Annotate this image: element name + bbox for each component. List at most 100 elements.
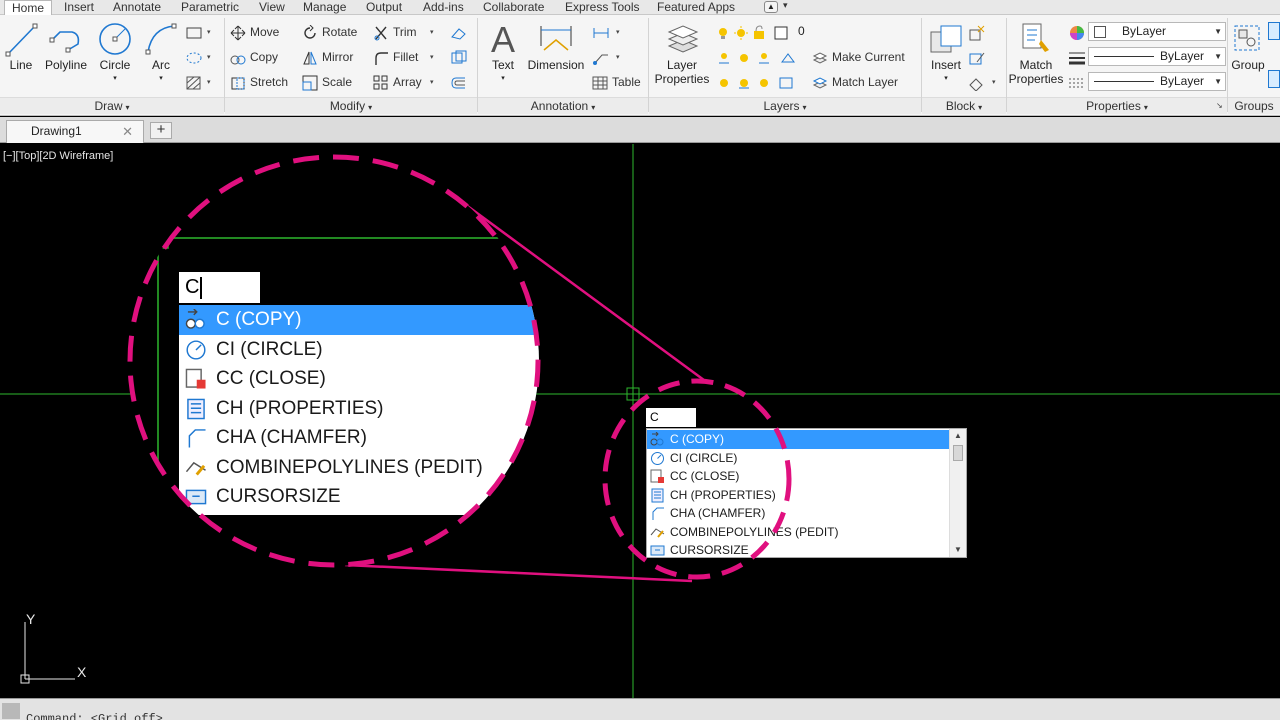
group-edit-icon[interactable] (1268, 70, 1280, 88)
dimension-button[interactable]: Dimension (526, 20, 586, 72)
scale-button[interactable]: Scale (302, 72, 352, 92)
autocomplete-item-close[interactable]: CC (CLOSE) (647, 467, 949, 486)
magnified-item-copy: C (COPY) (179, 305, 539, 335)
text-button[interactable]: A Text ▾ (484, 20, 522, 86)
match-properties-button[interactable]: Match Properties (1008, 20, 1064, 86)
offset-button[interactable] (450, 72, 472, 92)
fillet-dropdown-icon[interactable]: ▾ (430, 53, 434, 61)
autocomplete-item-circle[interactable]: CI (CIRCLE) (647, 449, 949, 468)
drawing-canvas[interactable]: [−][Top][2D Wireframe] Y X C C (COPY) CI… (0, 144, 1280, 698)
drawing-tab[interactable]: Drawing1 ✕ (6, 120, 144, 143)
layer-dropdown[interactable]: 0 (793, 23, 923, 42)
scroll-up-icon[interactable]: ▲ (950, 429, 966, 443)
scroll-down-icon[interactable]: ▼ (950, 543, 966, 557)
hatch-button[interactable] (186, 47, 206, 67)
autocomplete-item-properties[interactable]: CH (PROPERTIES) (647, 486, 949, 505)
draw-panel-title[interactable]: Draw ▾ (0, 97, 224, 114)
tab-home[interactable]: Home (4, 0, 53, 15)
polyline-button[interactable]: Polyline (42, 20, 90, 72)
properties-dialog-launcher-icon[interactable]: ↘ (1216, 101, 1223, 110)
properties-panel-title[interactable]: Properties ▾ (1007, 97, 1227, 114)
layer-properties-button[interactable]: Layer Properties (653, 20, 711, 86)
tab-output[interactable]: Output (366, 0, 402, 15)
command-input[interactable]: C (646, 408, 696, 427)
file-tab-bar: Drawing1 ✕ + (0, 117, 1280, 143)
array-button[interactable]: Array (373, 72, 422, 92)
leader-button[interactable] (592, 47, 614, 67)
line-label: Line (9, 58, 33, 72)
edit-block-button[interactable] (968, 47, 990, 67)
circle-button[interactable]: Circle ▾ (94, 20, 136, 86)
hatch-dropdown-icon[interactable]: ▾ (207, 53, 211, 61)
ungroup-icon[interactable] (1268, 22, 1280, 40)
tab-express-tools[interactable]: Express Tools (565, 0, 639, 15)
groups-panel-title[interactable]: Groups (1228, 97, 1280, 114)
arc-dropdown-icon[interactable]: ▾ (140, 72, 182, 86)
autocomplete-item-pedit[interactable]: COMBINEPOLYLINES (PEDIT) (647, 523, 949, 542)
create-block-button[interactable] (968, 22, 990, 42)
edit-attributes-button[interactable] (968, 72, 990, 92)
color-dropdown[interactable]: ByLayer ▼ (1088, 22, 1226, 41)
array-dropdown-icon[interactable]: ▾ (430, 78, 434, 86)
annotation-panel-title[interactable]: Annotation ▾ (478, 97, 648, 114)
lineweight-dropdown[interactable]: ByLayer ▼ (1088, 47, 1226, 66)
linetype-dropdown[interactable]: ByLayer ▼ (1088, 72, 1226, 91)
tab-insert[interactable]: Insert (64, 0, 94, 15)
copy-button[interactable]: Copy (230, 47, 278, 67)
leader-dropdown-icon[interactable]: ▾ (616, 53, 620, 61)
gradient-button[interactable] (186, 72, 206, 92)
explode-button[interactable] (450, 47, 472, 67)
autocomplete-item-cursorsize[interactable]: CURSORSIZE (647, 541, 949, 560)
insert-button[interactable]: Insert ▾ (926, 20, 966, 86)
tab-view[interactable]: View (259, 0, 285, 15)
table-button[interactable]: Table (592, 72, 641, 92)
line-icon (5, 23, 38, 57)
circle-dropdown-icon[interactable]: ▾ (94, 72, 136, 86)
tab-collaborate[interactable]: Collaborate (483, 0, 544, 15)
fillet-button[interactable]: Fillet (373, 47, 418, 67)
rectangle-button[interactable] (186, 22, 206, 42)
arc-button[interactable]: Arc ▾ (140, 20, 182, 86)
attributes-dropdown-icon[interactable]: ▾ (992, 78, 996, 86)
ribbon-options-dropdown-icon[interactable]: ▾ (783, 0, 788, 11)
tab-annotate[interactable]: Annotate (113, 0, 161, 15)
tab-parametric[interactable]: Parametric (181, 0, 239, 15)
autocomplete-scrollbar[interactable]: ▲ ▼ (949, 429, 966, 557)
autocomplete-item-chamfer[interactable]: CHA (CHAMFER) (647, 504, 949, 523)
layer-tool-icons-row3 (716, 72, 810, 92)
ribbon-tab-bar: Home Insert Annotate Parametric View Man… (0, 0, 1280, 15)
rectangle-dropdown-icon[interactable]: ▾ (207, 28, 211, 36)
insert-dropdown-icon[interactable]: ▾ (926, 72, 966, 86)
scrollbar-thumb[interactable] (953, 445, 963, 461)
table-icon (592, 76, 608, 90)
match-properties-icon (1022, 23, 1049, 52)
ucs-y-label: Y (26, 611, 36, 627)
layers-panel-title[interactable]: Layers ▾ (649, 97, 921, 114)
match-layer-button[interactable]: Match Layer (812, 72, 898, 92)
new-tab-button[interactable]: + (150, 122, 172, 139)
mirror-button[interactable]: Mirror (302, 47, 353, 67)
trim-button[interactable]: Trim (373, 22, 417, 42)
stretch-button[interactable]: Stretch (230, 72, 288, 92)
linear-dim-button[interactable] (592, 22, 614, 42)
trim-dropdown-icon[interactable]: ▾ (430, 28, 434, 36)
close-tab-icon[interactable]: ✕ (122, 121, 133, 142)
erase-button[interactable] (450, 22, 472, 42)
tab-featured-apps[interactable]: Featured Apps (657, 0, 735, 15)
block-panel-title[interactable]: Block ▾ (922, 97, 1006, 114)
command-line[interactable]: Command: <Grid off> (0, 698, 1280, 720)
autocomplete-item-copy[interactable]: C (COPY) (647, 430, 949, 449)
line-button[interactable]: Line (4, 20, 38, 72)
make-current-button[interactable]: Make Current (812, 47, 905, 67)
tab-add-ins[interactable]: Add-ins (423, 0, 464, 15)
rotate-button[interactable]: Rotate (302, 22, 357, 42)
gradient-dropdown-icon[interactable]: ▾ (207, 78, 211, 86)
ribbon-minimize-button[interactable]: ▲ (764, 1, 778, 13)
command-line-grip[interactable] (2, 703, 20, 719)
tab-manage[interactable]: Manage (303, 0, 346, 15)
text-dropdown-icon[interactable]: ▾ (484, 72, 522, 86)
move-button[interactable]: Move (230, 22, 279, 42)
group-button[interactable]: Group (1230, 20, 1266, 72)
linear-dim-dropdown-icon[interactable]: ▾ (616, 28, 620, 36)
modify-panel-title[interactable]: Modify ▾ (225, 97, 477, 114)
